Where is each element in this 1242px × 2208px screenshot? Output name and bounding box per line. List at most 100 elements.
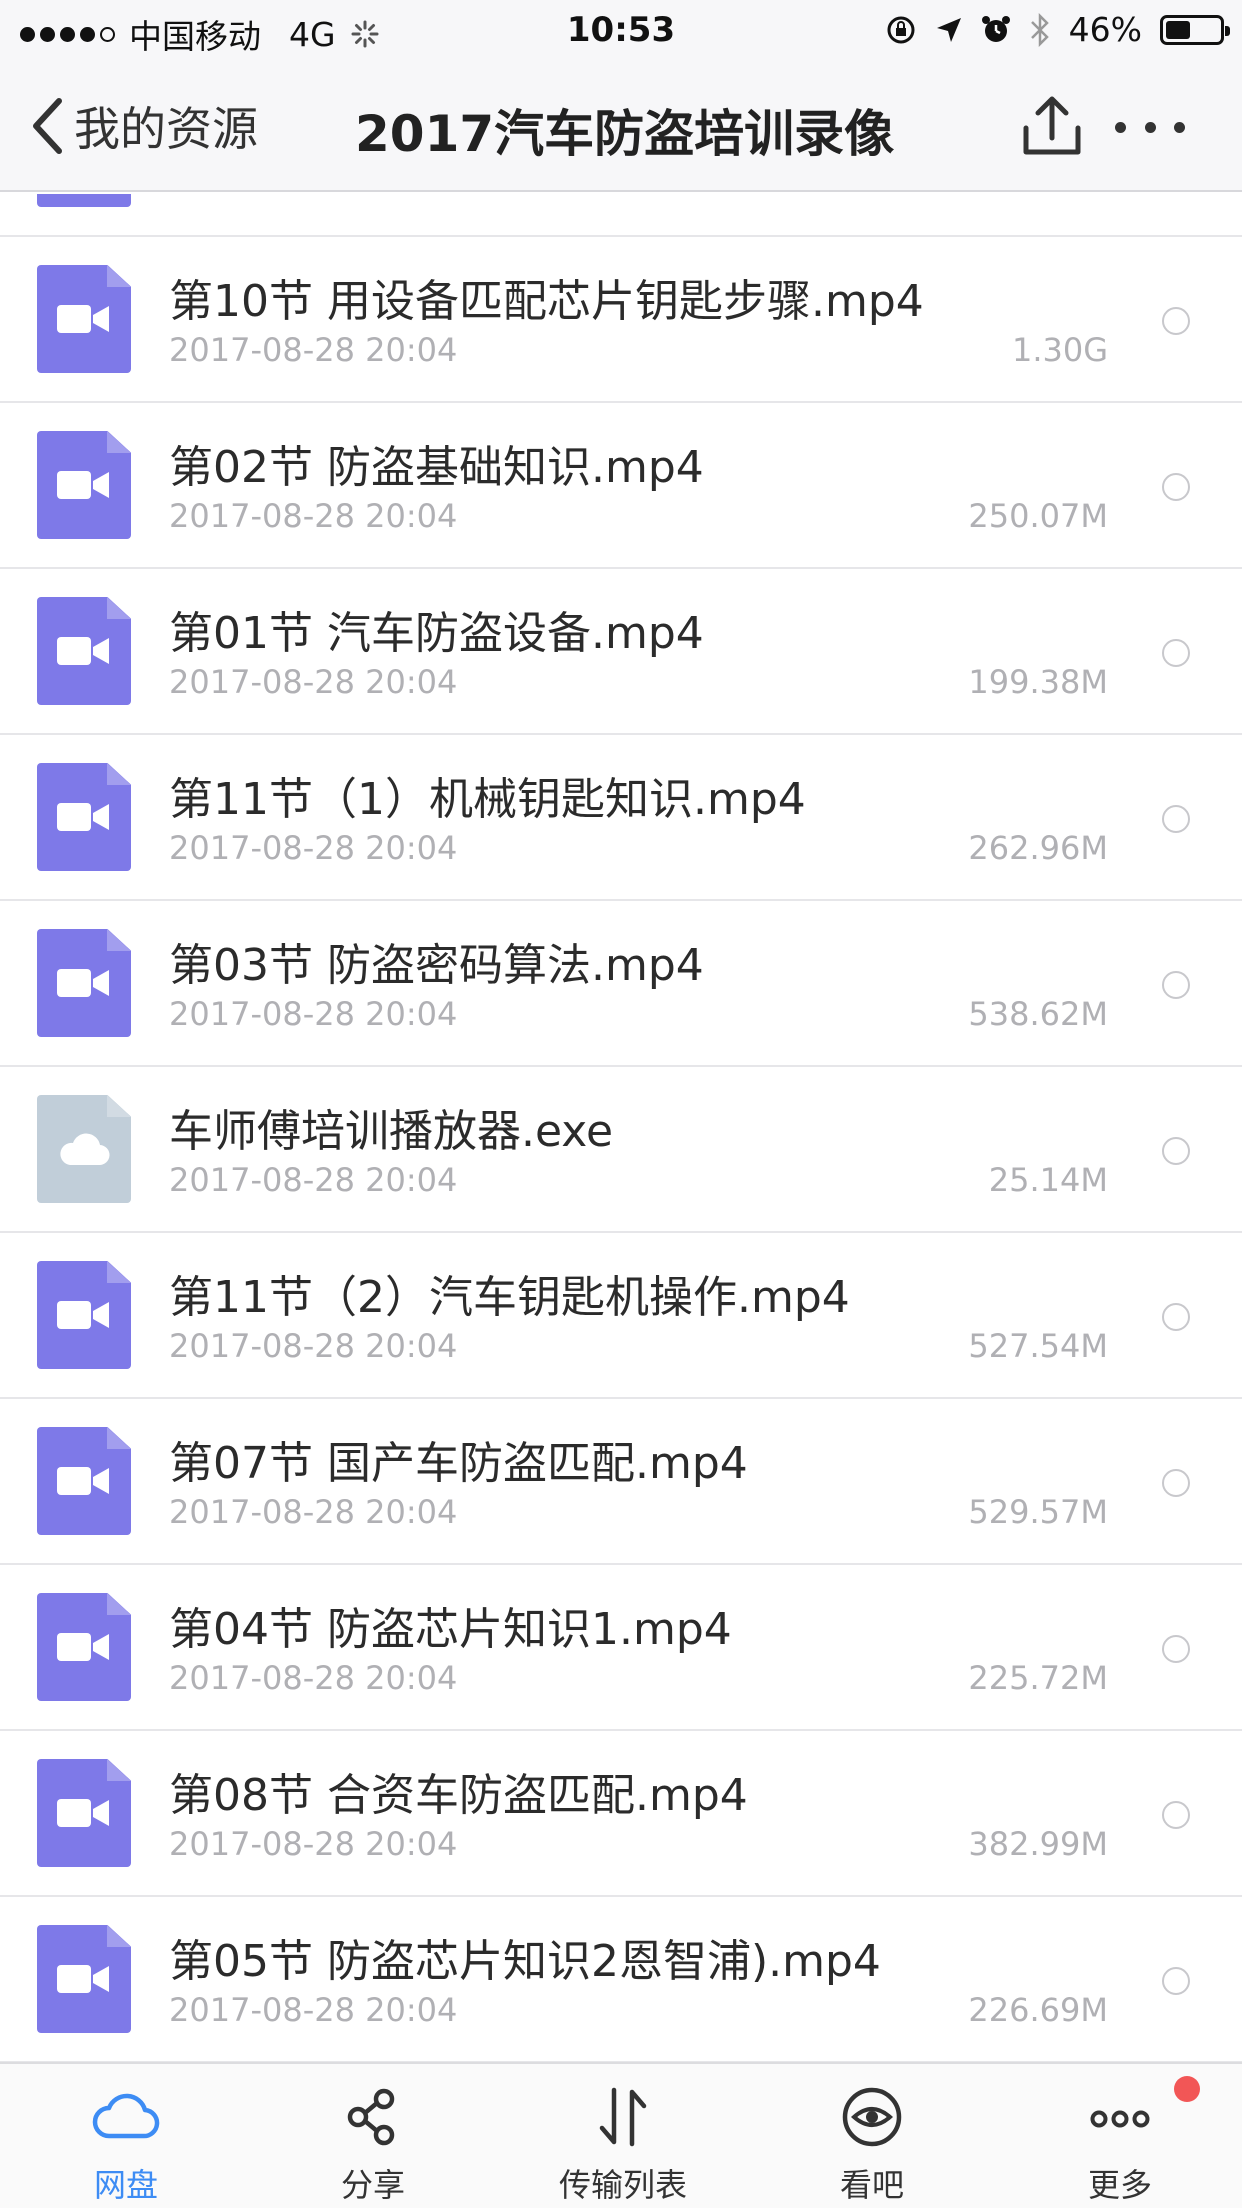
video-camera-icon — [57, 1965, 109, 1993]
file-size: 527.54M — [968, 1327, 1108, 1365]
upload-button[interactable] — [1022, 94, 1082, 158]
file-size: 199.38M — [968, 663, 1108, 701]
video-file-icon — [37, 194, 131, 207]
upload-icon — [1023, 96, 1081, 155]
loading-spinner-icon — [351, 20, 379, 48]
video-camera-icon — [57, 1799, 109, 1827]
video-file-icon — [37, 1925, 131, 2033]
video-camera-icon — [57, 1301, 109, 1329]
file-size: 25.14M — [988, 1161, 1108, 1199]
file-name: 第02节 防盗基础知识.mp4 — [169, 442, 704, 493]
tab-label: 更多 — [1087, 2166, 1152, 2204]
dot-icon — [1144, 121, 1156, 133]
more-options-button[interactable] — [1115, 112, 1185, 142]
tab-transfer-list[interactable]: 传输列表 — [533, 2064, 713, 2208]
file-name: 第08节 合资车防盗匹配.mp4 — [169, 1770, 748, 1821]
select-radio[interactable] — [1162, 1137, 1190, 1165]
location-icon — [936, 17, 961, 42]
file-row[interactable]: 第10节 用设备匹配芯片钥匙步骤.mp4 2017-08-28 20:04 1.30… — [0, 237, 1242, 403]
video-file-icon — [37, 1261, 131, 1369]
transfer-icon — [599, 2087, 647, 2147]
file-size: 226.69M — [968, 1991, 1108, 2029]
file-list[interactable]: 第10节 用设备匹配芯片钥匙步骤.mp4 2017-08-28 20:04 1.30… — [0, 194, 1242, 2062]
file-size: 538.62M — [968, 995, 1108, 1033]
file-date: 2017-08-28 20:04 — [169, 1825, 458, 1863]
battery-icon — [1160, 14, 1230, 45]
select-radio[interactable] — [1162, 1635, 1190, 1663]
app-root: 中国移动 4G 10:53 46% 我的资源 2017汽车防盗培训录像 第10节… — [0, 0, 1242, 2208]
chevron-left-icon — [33, 98, 62, 154]
file-row-partial[interactable] — [0, 194, 1242, 237]
dot-icon — [1115, 121, 1126, 133]
file-name: 第10节 用设备匹配芯片钥匙步骤.mp4 — [169, 276, 924, 327]
status-bar: 中国移动 4G 10:53 46% — [0, 0, 1242, 60]
file-row[interactable]: 第03节 防盗密码算法.mp4 2017-08-28 20:04 538.62M — [0, 901, 1242, 1067]
file-row[interactable]: 第11节（1）机械钥匙知识.mp4 2017-08-28 20:04 262.96M — [0, 735, 1242, 901]
file-name: 第03节 防盗密码算法.mp4 — [169, 940, 704, 991]
file-date: 2017-08-28 20:04 — [169, 1493, 458, 1531]
file-row[interactable]: 第07节 国产车防盗匹配.mp4 2017-08-28 20:04 529.57M — [0, 1399, 1242, 1565]
select-radio[interactable] — [1162, 1469, 1190, 1497]
tab-share[interactable]: 分享 — [283, 2064, 463, 2208]
file-row[interactable]: 第04节 防盗芯片知识1.mp4 2017-08-28 20:04 225.72M — [0, 1565, 1242, 1731]
video-file-icon — [37, 1427, 131, 1535]
back-label: 我的资源 — [74, 102, 258, 156]
tab-kanba[interactable]: 看吧 — [782, 2064, 962, 2208]
carrier-name: 中国移动 — [129, 17, 261, 56]
exe-file-icon — [37, 1095, 131, 1203]
file-date: 2017-08-28 20:04 — [169, 1991, 458, 2029]
select-radio[interactable] — [1162, 805, 1190, 833]
file-date: 2017-08-28 20:04 — [169, 663, 458, 701]
video-file-icon — [37, 265, 131, 373]
file-date: 2017-08-28 20:04 — [169, 1327, 458, 1365]
more-dots-icon — [1090, 2110, 1150, 2128]
file-name: 第05节 防盗芯片知识2恩智浦).mp4 — [169, 1936, 881, 1987]
file-size: 1.30G — [1011, 331, 1108, 369]
video-file-icon — [37, 763, 131, 871]
select-radio[interactable] — [1162, 1303, 1190, 1331]
battery-level — [1166, 20, 1190, 39]
file-name: 第01节 汽车防盗设备.mp4 — [169, 608, 704, 659]
file-date: 2017-08-28 20:04 — [169, 1161, 458, 1199]
file-size: 529.57M — [968, 1493, 1108, 1531]
file-name: 车师傅培训播放器.exe — [169, 1106, 614, 1157]
tab-label: 看吧 — [839, 2166, 904, 2204]
file-row[interactable]: 第02节 防盗基础知识.mp4 2017-08-28 20:04 250.07M — [0, 403, 1242, 569]
select-radio[interactable] — [1162, 473, 1190, 501]
select-radio[interactable] — [1162, 639, 1190, 667]
file-row[interactable]: 第08节 合资车防盗匹配.mp4 2017-08-28 20:04 382.99M — [0, 1731, 1242, 1897]
video-file-icon — [37, 929, 131, 1037]
page-title: 2017汽车防盗培训录像 — [355, 105, 895, 163]
video-camera-icon — [57, 969, 109, 997]
tab-netdisk[interactable]: 网盘 — [36, 2064, 216, 2208]
file-row[interactable]: 车师傅培训播放器.exe 2017-08-28 20:04 25.14M — [0, 1067, 1242, 1233]
select-radio[interactable] — [1162, 1967, 1190, 1995]
file-size: 225.72M — [968, 1659, 1108, 1697]
file-row[interactable]: 第05节 防盗芯片知识2恩智浦).mp4 2017-08-28 20:04 226.… — [0, 1897, 1242, 2062]
network-type: 4G — [289, 14, 336, 54]
status-right: 46% — [885, 10, 1230, 49]
file-row[interactable]: 第11节（2）汽车钥匙机操作.mp4 2017-08-28 20:04 527.54… — [0, 1233, 1242, 1399]
video-camera-icon — [57, 1633, 109, 1661]
select-radio[interactable] — [1162, 307, 1190, 335]
signal-strength-icon — [20, 26, 115, 42]
file-date: 2017-08-28 20:04 — [169, 331, 458, 369]
video-camera-icon — [57, 1467, 109, 1495]
file-row[interactable]: 第01节 汽车防盗设备.mp4 2017-08-28 20:04 199.38M — [0, 569, 1242, 735]
file-date: 2017-08-28 20:04 — [169, 829, 458, 867]
video-camera-icon — [57, 305, 109, 333]
video-file-icon — [37, 597, 131, 705]
select-radio[interactable] — [1162, 971, 1190, 999]
file-size: 250.07M — [968, 497, 1108, 535]
back-button[interactable]: 我的资源 — [30, 88, 258, 164]
battery-percent: 46% — [1068, 10, 1142, 49]
notification-badge — [1174, 2076, 1200, 2102]
file-size: 382.99M — [968, 1825, 1108, 1863]
select-radio[interactable] — [1162, 1801, 1190, 1829]
video-camera-icon — [57, 471, 109, 499]
cloud-icon — [92, 2093, 160, 2139]
tab-label: 传输列表 — [558, 2166, 687, 2204]
cloud-icon — [60, 1133, 110, 1166]
video-camera-icon — [57, 637, 109, 665]
file-name: 第11节（2）汽车钥匙机操作.mp4 — [169, 1272, 850, 1323]
